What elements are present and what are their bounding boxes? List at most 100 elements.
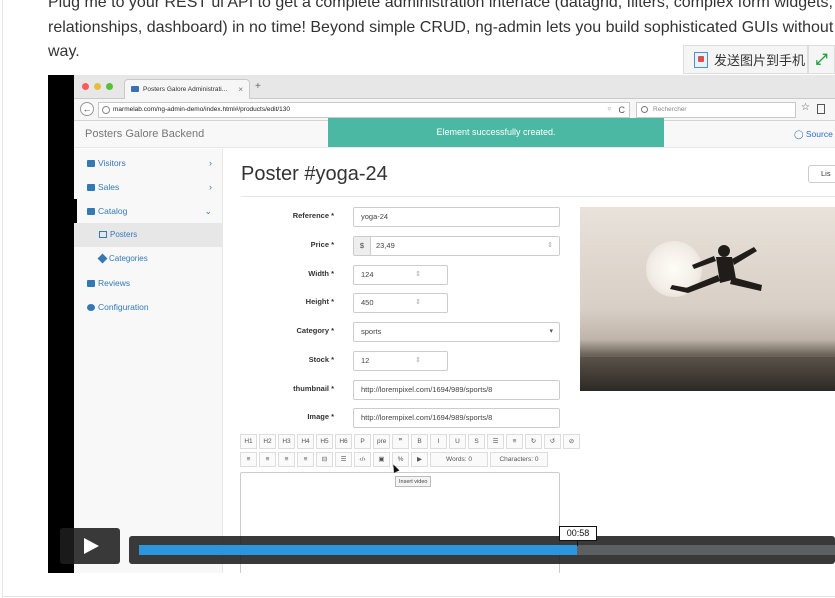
stock-label: Stock * <box>308 355 334 364</box>
sidebar-subitem-label: Posters <box>110 230 138 239</box>
dropdown-arrow-icon: ▿ <box>607 106 611 113</box>
image-label: Image * <box>307 412 334 421</box>
editor-toolbar: H1 H2 H3 H4 H5 H6 Ppre ❞ B I U S ☰ ≡ ↻ ↺ ⊘ ≡ ≡ ≡ ≡ ⊟ ☰ ‹/› ▣% ▶ W… <box>240 434 580 470</box>
spinner-icon: ⇕ <box>415 271 421 278</box>
editor-toolbar-button: ▣ <box>373 452 390 467</box>
editor-toolbar-button: ‹/› <box>354 452 371 467</box>
image-value: http://lorempixel.com/1694/989/sports/8 <box>361 413 493 422</box>
insert-video-tooltip: Insert video <box>395 476 432 487</box>
price-value: 23,49 <box>376 241 395 250</box>
editor-toolbar-button: ⊘ <box>563 434 580 449</box>
editor-toolbar-button: ☰ <box>487 434 504 449</box>
stock-value: 12 <box>361 356 370 365</box>
price-field: $23,49 ⇕ <box>353 236 560 256</box>
maximize-dot-icon <box>106 83 113 90</box>
comment-icon <box>87 280 95 287</box>
list-button-label: Lis <box>821 169 831 178</box>
chevron-down-icon: ⌄ <box>204 206 212 216</box>
editor-toolbar-button: ↻ <box>525 434 542 449</box>
reference-field: yoga-24 <box>353 207 560 227</box>
minimize-dot-icon <box>94 83 101 90</box>
browser-tabbar: Posters Galore Administrati... × + <box>74 75 835 99</box>
editor-toolbar-button: H5 <box>316 434 333 449</box>
reference-label: Reference * <box>292 211 334 220</box>
editor-toolbar-button: H3 <box>278 434 295 449</box>
send-to-phone-label: 发送图片到手机 <box>714 53 806 68</box>
video-player[interactable]: Posters Galore Administrati... × + ← mar… <box>48 75 835 573</box>
sidebar-item-label: Reviews <box>98 278 131 288</box>
sidebar-item-sales: Sales › <box>74 175 222 199</box>
editor-toolbar-button: ☰ <box>335 452 352 467</box>
globe-icon <box>102 106 110 114</box>
sidebar-item-reviews: Reviews <box>74 271 222 295</box>
editor-toolbar-button: P <box>354 434 371 449</box>
words-counter: Words: 0 <box>430 452 488 467</box>
editor-toolbar-button: H2 <box>259 434 276 449</box>
jumping-figure <box>670 245 762 293</box>
width-label: Width * <box>308 269 334 278</box>
price-label: Price * <box>310 240 334 249</box>
new-tab-icon: + <box>255 81 261 92</box>
site-logo-icon <box>131 86 139 92</box>
editor-toolbar-button: B <box>411 434 428 449</box>
editor-toolbar-button: ▶ <box>411 452 428 467</box>
back-arrow-icon: ← <box>80 102 94 116</box>
characters-counter: Characters: 0 <box>490 452 548 467</box>
editor-toolbar-button: H6 <box>335 434 352 449</box>
reload-icon: C <box>618 105 626 115</box>
caret-down-icon: ▾ <box>549 328 553 335</box>
sidebar-item-label: Configuration <box>98 302 149 312</box>
editor-toolbar-button: H4 <box>297 434 314 449</box>
phone-image-icon <box>694 51 708 68</box>
spinner-icon: ⇕ <box>415 357 421 364</box>
browser-search-field: Rechercher <box>636 102 796 118</box>
editor-toolbar-button: ↺ <box>544 434 561 449</box>
search-icon <box>641 106 648 113</box>
height-field: 450 ⇕ <box>353 293 448 313</box>
sidebar-item-label: Sales <box>98 182 120 192</box>
article-line: Plug me to your REST ul API to get a com… <box>48 0 835 11</box>
source-link: ◯ Source <box>794 129 833 139</box>
source-link-label: Source <box>805 129 833 139</box>
editor-toolbar-button: ≡ <box>240 452 257 467</box>
play-button[interactable] <box>60 528 120 564</box>
sidebar-subitem-label: Categories <box>109 254 148 263</box>
poster-photo <box>580 207 835 391</box>
tab-close-icon: × <box>238 85 243 94</box>
editor-toolbar-row: ≡ ≡ ≡ ≡ ⊟ ☰ ‹/› ▣% ▶ Words: 0 Characters: 0 <box>240 452 558 468</box>
editor-toolbar-button: S <box>468 434 485 449</box>
width-field: 124 ⇕ <box>353 265 448 285</box>
send-to-phone-button[interactable]: 发送图片到手机 <box>683 45 808 74</box>
editor-toolbar-button: U <box>449 434 466 449</box>
gear-icon <box>87 304 95 311</box>
thumbnail-field: http://lorempixel.com/1694/989/sports/8 <box>353 380 560 400</box>
editor-toolbar-button: ⊟ <box>316 452 333 467</box>
category-select: sports ▾ <box>353 322 560 342</box>
sidebar-subitem-posters: Posters <box>74 223 222 247</box>
tag-icon <box>97 253 108 264</box>
editor-toolbar-button: ≡ <box>297 452 314 467</box>
app-sidebar: Visitors › Sales › Catalog ⌄ Posters Catego… <box>74 149 223 573</box>
seek-bar-progress <box>139 545 577 555</box>
expand-icon[interactable]: ⤢ <box>808 45 835 74</box>
editor-toolbar-button: pre <box>373 434 390 449</box>
address-field: marmelab.com/ng-admin-demo/index.html#/p… <box>98 102 630 118</box>
spinner-icon: ⇕ <box>547 242 553 249</box>
thumbnail-value: http://lorempixel.com/1694/989/sports/8 <box>361 385 493 394</box>
clipboard-icon <box>817 104 825 114</box>
editor-toolbar-button: H1 <box>240 434 257 449</box>
browser-tab-title: Posters Galore Administrati... <box>143 86 228 93</box>
category-label: Category * <box>296 326 334 335</box>
browser-screenshot: Posters Galore Administrati... × + ← mar… <box>74 75 835 573</box>
sidebar-item-label: Catalog <box>98 206 128 216</box>
editor-toolbar-button: I <box>430 434 447 449</box>
list-icon <box>87 208 95 215</box>
users-icon <box>87 160 95 167</box>
editor-toolbar-button: ≡ <box>278 452 295 467</box>
list-button: Lis <box>808 165 835 183</box>
edit-panel: Poster #yoga-24 Lis Reference * yoga-24 … <box>224 149 835 573</box>
reference-value: yoga-24 <box>361 212 389 221</box>
height-value: 450 <box>361 298 374 307</box>
editor-toolbar-button: ≡ <box>506 434 523 449</box>
page-bottom-border <box>2 596 835 597</box>
